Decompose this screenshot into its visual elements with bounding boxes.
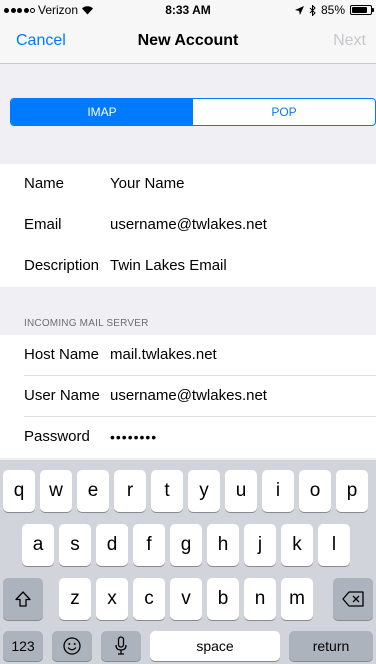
- key-u[interactable]: u: [225, 470, 257, 512]
- name-field[interactable]: Your Name: [110, 175, 185, 192]
- description-row[interactable]: Description Twin Lakes Email: [0, 246, 376, 287]
- key-e[interactable]: e: [77, 470, 109, 512]
- key-t[interactable]: t: [151, 470, 183, 512]
- key-s[interactable]: s: [59, 524, 91, 566]
- key-i[interactable]: i: [262, 470, 294, 512]
- key-d[interactable]: d: [96, 524, 128, 566]
- key-x[interactable]: x: [96, 578, 128, 620]
- name-row[interactable]: Name Your Name: [0, 164, 376, 205]
- host-name-label: Host Name: [24, 346, 100, 363]
- microphone-icon: [115, 636, 127, 655]
- email-field[interactable]: username@twlakes.net: [110, 216, 267, 233]
- key-j[interactable]: j: [244, 524, 276, 566]
- status-right: 85%: [294, 3, 374, 17]
- space-key[interactable]: space: [150, 631, 280, 661]
- host-name-field[interactable]: mail.twlakes.net: [110, 346, 217, 363]
- numbers-key[interactable]: 123: [3, 631, 43, 661]
- description-field[interactable]: Twin Lakes Email: [110, 257, 227, 274]
- email-label: Email: [24, 216, 62, 233]
- key-l[interactable]: l: [318, 524, 350, 566]
- shift-key[interactable]: [3, 578, 43, 620]
- protocol-segmented-control: IMAP POP: [10, 98, 376, 126]
- key-m[interactable]: m: [281, 578, 313, 620]
- key-b[interactable]: b: [207, 578, 239, 620]
- name-label: Name: [24, 175, 65, 192]
- navigation-bar: Cancel New Account Next: [0, 20, 376, 64]
- return-key[interactable]: return: [289, 631, 373, 661]
- battery-fill: [352, 7, 368, 13]
- description-label: Description: [24, 257, 100, 274]
- emoji-key[interactable]: [52, 631, 92, 661]
- segment-imap[interactable]: IMAP: [11, 99, 193, 125]
- incoming-server-group: Host Name mail.twlakes.net User Name use…: [0, 335, 376, 458]
- key-f[interactable]: f: [133, 524, 165, 566]
- email-row[interactable]: Email username@twlakes.net: [0, 205, 376, 246]
- user-name-row[interactable]: User Name username@twlakes.net: [0, 376, 376, 417]
- key-o[interactable]: o: [299, 470, 331, 512]
- emoji-icon: [63, 637, 81, 655]
- user-name-field[interactable]: username@twlakes.net: [110, 387, 267, 404]
- bluetooth-icon: [309, 4, 316, 16]
- key-k[interactable]: k: [281, 524, 313, 566]
- key-y[interactable]: y: [188, 470, 220, 512]
- delete-key[interactable]: [333, 578, 373, 620]
- status-bar: Verizon 8:33 AM 85%: [0, 0, 376, 20]
- incoming-section-header: INCOMING MAIL SERVER: [24, 318, 149, 329]
- account-info-group: Name Your Name Email username@twlakes.ne…: [0, 164, 376, 287]
- key-z[interactable]: z: [59, 578, 91, 620]
- microphone-key[interactable]: [101, 631, 141, 661]
- shift-icon: [15, 591, 31, 607]
- key-q[interactable]: q: [3, 470, 35, 512]
- user-name-label: User Name: [24, 387, 100, 404]
- host-name-row[interactable]: Host Name mail.twlakes.net: [0, 335, 376, 376]
- location-arrow-icon: [294, 5, 304, 15]
- key-c[interactable]: c: [133, 578, 165, 620]
- page-title: New Account: [137, 32, 239, 49]
- key-n[interactable]: n: [244, 578, 276, 620]
- password-label: Password: [24, 428, 90, 445]
- key-v[interactable]: v: [170, 578, 202, 620]
- password-row[interactable]: Password ••••••••: [0, 417, 376, 458]
- key-w[interactable]: w: [40, 470, 72, 512]
- next-button[interactable]: Next: [333, 32, 366, 50]
- battery-icon: [350, 5, 374, 15]
- key-a[interactable]: a: [22, 524, 54, 566]
- keyboard: q w e r t y u i o p a s d f g h j k l z …: [0, 460, 376, 664]
- key-g[interactable]: g: [170, 524, 202, 566]
- delete-icon: [342, 591, 364, 607]
- segment-pop[interactable]: POP: [193, 99, 375, 125]
- key-p[interactable]: p: [336, 470, 368, 512]
- battery-percent: 85%: [320, 3, 345, 17]
- password-field[interactable]: ••••••••: [110, 429, 157, 445]
- key-h[interactable]: h: [207, 524, 239, 566]
- key-r[interactable]: r: [114, 470, 146, 512]
